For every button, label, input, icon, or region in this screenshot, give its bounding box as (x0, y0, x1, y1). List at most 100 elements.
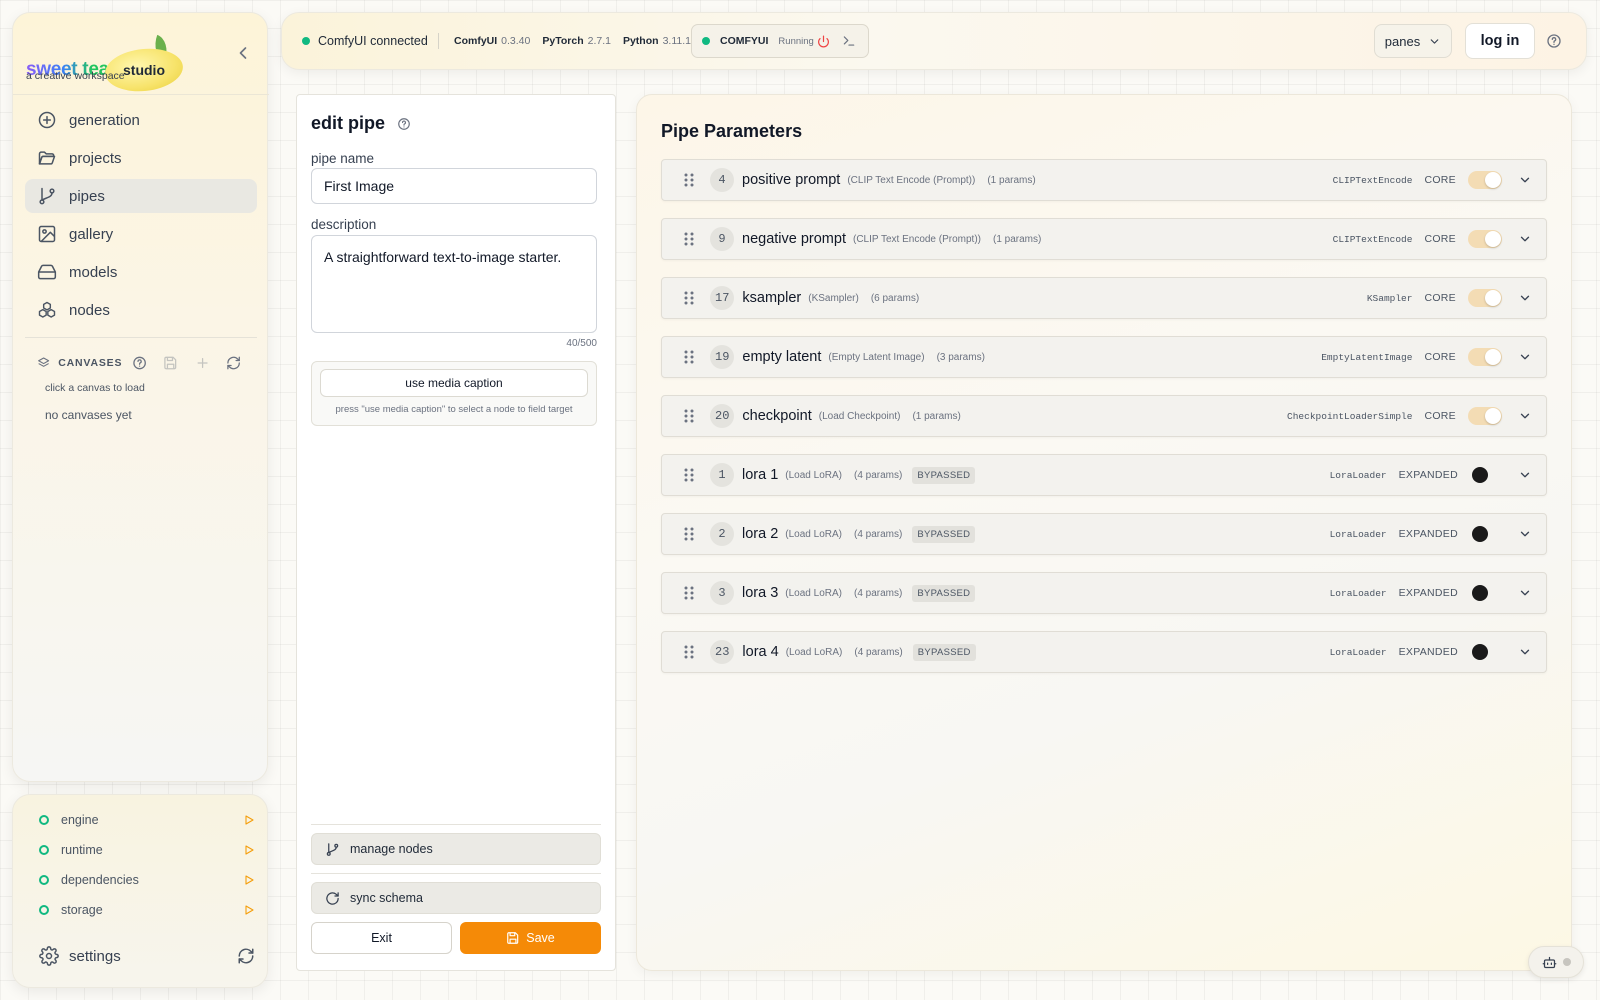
save-icon[interactable] (163, 355, 178, 371)
sidebar-item-pipes[interactable]: pipes (25, 179, 257, 213)
plus-icon[interactable] (195, 355, 210, 371)
chevron-down-icon[interactable] (1518, 173, 1532, 187)
param-row[interactable]: 17 ksampler (KSampler) (6 params) KSampler CO… (661, 277, 1547, 319)
git-branch-icon (326, 842, 339, 856)
param-row[interactable]: 20 checkpoint (Load Checkpoint) (1 params) C… (661, 395, 1547, 437)
login-button[interactable]: log in (1465, 23, 1535, 59)
sidebar-item-generation[interactable]: generation (25, 103, 257, 137)
enable-toggle[interactable] (1468, 230, 1502, 248)
param-count: (4 params) (853, 469, 903, 481)
node-name: positive prompt (742, 172, 841, 188)
pipe-parameters-panel: Pipe Parameters 4 positive prompt (CLIP Te… (636, 94, 1572, 971)
enable-toggle[interactable] (1468, 171, 1502, 189)
refresh-icon[interactable] (226, 355, 241, 371)
param-row[interactable]: 4 positive prompt (CLIP Text Encode (Promp… (661, 159, 1547, 201)
node-id-badge: 3 (710, 581, 734, 605)
chevron-down-icon[interactable] (1518, 645, 1532, 659)
node-name: negative prompt (742, 231, 846, 247)
node-id-badge: 20 (710, 404, 735, 428)
status-item-storage[interactable]: storage (39, 895, 255, 925)
chevron-down-icon[interactable] (1518, 468, 1532, 482)
use-media-caption-button[interactable]: use media caption (320, 369, 588, 397)
play-icon[interactable] (243, 904, 255, 916)
status-list: engine runtime dependencies storage (39, 805, 255, 925)
param-row[interactable]: 9 negative prompt (CLIP Text Encode (Promp… (661, 218, 1547, 260)
play-icon[interactable] (243, 814, 255, 826)
drag-handle-icon[interactable] (682, 349, 696, 365)
node-class: EmptyLatentImage (1321, 351, 1413, 363)
assistant-toggle[interactable] (1528, 946, 1584, 978)
status-indicator (39, 905, 49, 915)
version-info: ComfyUI 0.3.40 PyTorch 2.7.1 Python 3.11… (454, 35, 708, 47)
color-dot[interactable] (1472, 585, 1488, 601)
sidebar-item-models[interactable]: models (25, 255, 257, 289)
status-item-engine[interactable]: engine (39, 805, 255, 835)
color-dot[interactable] (1472, 644, 1488, 660)
node-id-badge: 23 (710, 640, 735, 664)
drag-handle-icon[interactable] (682, 644, 696, 660)
pipe-name-input[interactable] (311, 168, 597, 204)
bypassed-badge: BYPASSED (912, 584, 976, 602)
param-row[interactable]: 19 empty latent (Empty Latent Image) (3 par… (661, 336, 1547, 378)
save-button[interactable]: Save (460, 922, 601, 954)
chevron-down-icon[interactable] (1518, 409, 1532, 423)
node-name: lora 4 (742, 644, 779, 660)
chevron-down-icon[interactable] (1518, 586, 1532, 600)
settings-link[interactable]: settings (69, 948, 237, 965)
chevron-down-icon[interactable] (1518, 350, 1532, 364)
drag-handle-icon[interactable] (682, 231, 696, 247)
drag-handle-icon[interactable] (682, 408, 696, 424)
help-circle-icon[interactable] (397, 117, 411, 131)
drag-handle-icon[interactable] (682, 467, 696, 483)
help-circle-icon[interactable] (1546, 33, 1562, 49)
gear-icon (39, 946, 59, 966)
param-row[interactable]: 2 lora 2 (Load LoRA) (4 params) BYPASSED Lora… (661, 513, 1547, 555)
chevron-down-icon[interactable] (1518, 232, 1532, 246)
save-label: Save (526, 931, 555, 945)
enable-toggle[interactable] (1468, 289, 1502, 307)
node-tag: CORE (1424, 410, 1456, 422)
refresh-icon[interactable] (237, 947, 255, 965)
color-dot[interactable] (1472, 526, 1488, 542)
status-label: dependencies (61, 873, 139, 887)
chevron-down-icon[interactable] (1518, 291, 1532, 305)
drag-handle-icon[interactable] (682, 172, 696, 188)
param-row[interactable]: 3 lora 3 (Load LoRA) (4 params) BYPASSED Lora… (661, 572, 1547, 614)
node-name: empty latent (742, 349, 822, 365)
enable-toggle[interactable] (1468, 407, 1502, 425)
sidebar-item-nodes[interactable]: nodes (25, 293, 257, 327)
panes-dropdown[interactable]: panes (1374, 24, 1452, 58)
power-icon[interactable] (817, 34, 830, 48)
status-item-runtime[interactable]: runtime (39, 835, 255, 865)
node-name: lora 2 (742, 526, 779, 542)
node-id-badge: 2 (710, 522, 734, 546)
manage-nodes-button[interactable]: manage nodes (311, 833, 601, 865)
exit-button[interactable]: Exit (311, 922, 452, 954)
sync-schema-button[interactable]: sync schema (311, 882, 601, 914)
collapse-sidebar-button[interactable] (233, 43, 253, 63)
parameter-list: 4 positive prompt (CLIP Text Encode (Promp… (661, 159, 1547, 690)
drag-handle-icon[interactable] (682, 526, 696, 542)
save-icon (507, 932, 519, 944)
drag-handle-icon[interactable] (682, 585, 696, 601)
node-name: checkpoint (742, 408, 812, 424)
param-count: (1 params) (912, 410, 961, 422)
sidebar-item-gallery[interactable]: gallery (25, 217, 257, 251)
param-row[interactable]: 23 lora 4 (Load LoRA) (4 params) BYPASSED Lor… (661, 631, 1547, 673)
help-circle-icon[interactable] (132, 355, 147, 371)
chevron-down-icon[interactable] (1518, 527, 1532, 541)
page-title: edit pipe (311, 113, 386, 133)
node-type: (Load Checkpoint) (818, 410, 901, 422)
color-dot[interactable] (1472, 467, 1488, 483)
enable-toggle[interactable] (1468, 348, 1502, 366)
description-textarea[interactable]: A straightforward text-to-image starter. (311, 235, 597, 333)
play-icon[interactable] (243, 844, 255, 856)
version-name: ComfyUI (454, 35, 498, 47)
drag-handle-icon[interactable] (682, 290, 696, 306)
play-icon[interactable] (243, 874, 255, 886)
sidebar-item-projects[interactable]: projects (25, 141, 257, 175)
status-item-dependencies[interactable]: dependencies (39, 865, 255, 895)
terminal-icon[interactable] (842, 34, 856, 48)
param-row[interactable]: 1 lora 1 (Load LoRA) (4 params) BYPASSED Lora… (661, 454, 1547, 496)
edit-title-row: edit pipe (311, 113, 411, 134)
